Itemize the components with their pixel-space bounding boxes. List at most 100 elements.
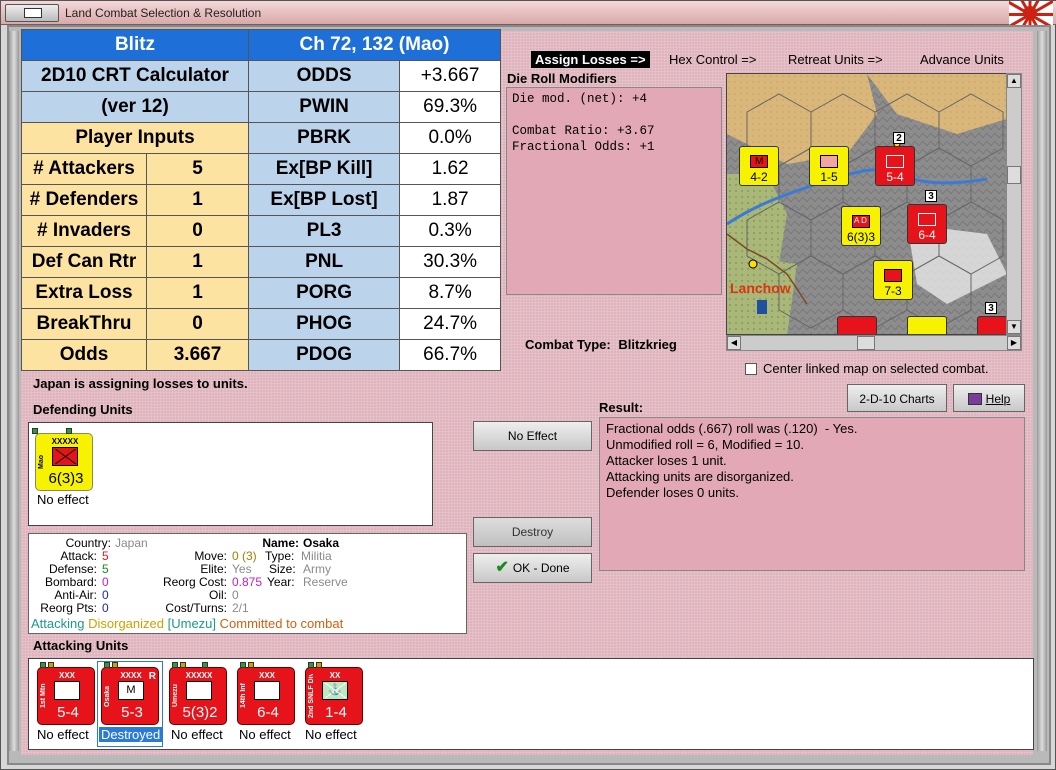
drm-line: Die mod. (net): +4 [512,92,648,106]
info-country-label: Country: [65,536,111,550]
info-year-label: Year: [267,575,295,589]
status-dot [316,662,322,668]
info-costturns-label: Cost/Turns: [165,601,227,615]
unit-strength: 5-3 [121,704,143,721]
crt-stat-value: 69.3% [399,91,501,123]
map-unit-strength: 6(3)3 [846,230,875,244]
map-unit-symbol [884,269,902,282]
attacker-unit-counter-selected[interactable]: Osaka XXXX R M 5-3 [101,662,159,725]
system-menu-button[interactable] [5,4,59,22]
drm-line: Fractional Odds: +1 [512,140,655,154]
center-linked-map-checkbox[interactable]: Center linked map on selected combat. [745,361,988,376]
status-leader: [Umezu] [167,616,217,631]
info-size-label: Size: [269,562,296,576]
window-icon [24,8,42,18]
map-unit-strength: 5-4 [886,170,904,184]
rising-sun-flag-icon [1009,1,1053,25]
map-unit-strength: 7-3 [884,284,902,298]
title-bar[interactable]: Land Combat Selection & Resolution [1,1,1056,25]
info-name: Osaka [303,536,340,550]
map-unit-symbol: A D [852,215,870,228]
map-horizontal-scrollbar[interactable]: ◀ ▶ [726,335,1022,351]
scroll-left-icon[interactable]: ◀ [727,336,741,350]
defender-caption: No effect [37,492,89,507]
crt-input-label: # Invaders [21,215,147,247]
map-unit-counter[interactable]: 5-4 [875,146,915,186]
map-stack-number: 3 [985,302,997,314]
unit-size: XXXXX [185,671,213,680]
crt-input-value: 3.667 [146,339,249,371]
info-attack-label: Attack: [60,549,97,563]
info-move-label: Move: [194,549,227,563]
status-dot [40,662,46,668]
map-unit-counter[interactable]: 7-3 [873,260,913,300]
status-dot [32,428,38,434]
linked-map[interactable]: Lanchow M 4-2 1-5 5-4 2 A D 6(3)3 6-4 3 … [726,73,1022,335]
defender-unit-counter[interactable]: Mao XXXXX 6(3)3 [32,428,93,491]
crt-input-value: 0 [146,308,249,340]
help-button[interactable]: Help [953,384,1025,412]
crt-player-inputs: Player Inputs [21,122,249,154]
unit-size: XXXX [120,671,142,680]
map-unit-counter[interactable] [907,316,947,334]
crt-stat-label: PBRK [247,122,401,154]
info-type: Militia [301,549,332,563]
status-dot [202,662,208,668]
info-bombard: 0 [102,575,109,589]
scroll-thumb[interactable] [1007,166,1021,184]
scroll-up-icon[interactable]: ▲ [1007,74,1021,88]
attacker-unit-counter[interactable]: 14th Inf XXX 6-4 [237,662,295,725]
charts-button[interactable]: 2-D-10 Charts [847,384,947,412]
status-dot [66,428,72,434]
unit-strength: 5-4 [57,704,79,721]
crt-stat-label: ODDS [247,60,401,92]
tab-retreat-units[interactable]: Retreat Units => [784,51,887,68]
map-unit-counter[interactable] [837,316,877,334]
status-line: Japan is assigning losses to units. [33,376,248,391]
tab-assign-losses[interactable]: Assign Losses => [531,51,650,68]
attacker-unit-counter[interactable]: 1st Mtn XXX 5-4 [37,662,95,725]
crt-stat-value: 0.0% [399,122,501,154]
map-unit-strength: 6-4 [918,228,936,242]
attacker-caption: No effect [171,727,223,742]
militia-mark: M [126,684,136,696]
window-title: Land Combat Selection & Resolution [65,6,262,20]
status-committed: Committed to combat [219,616,344,631]
center-link-label: Center linked map on selected combat. [763,361,989,376]
attacking-units-list: 1st Mtn XXX 5-4 No effect Osaka XXXX R M… [28,658,1034,750]
tab-hex-control[interactable]: Hex Control => [665,51,760,68]
result-line: Attacker loses 1 unit. [606,453,727,468]
map-unit-counter-selected[interactable]: A D 6(3)3 [841,206,881,246]
crt-input-label: # Attackers [21,153,147,185]
checkbox-icon[interactable] [745,363,757,375]
info-reorg-label: Reorg Pts: [40,601,97,615]
result-label: Result: [599,400,644,415]
help-label: Help [985,392,1011,406]
destroy-button[interactable]: Destroy [473,517,592,547]
no-effect-button[interactable]: No Effect [473,421,592,451]
map-unit-counter[interactable]: 6-4 [907,204,947,244]
unit-strength: 6(3)3 [48,470,84,487]
unit-size: XXXXX [51,437,79,446]
status-dot [48,662,54,668]
info-move: 0 (3) [232,549,257,563]
crt-input-label: Extra Loss [21,277,147,309]
ok-done-button[interactable]: ✔ OK - Done [473,553,592,583]
info-bombard-label: Bombard: [44,575,97,589]
infantry-symbol-icon [52,447,78,466]
scroll-thumb[interactable] [857,336,875,350]
tab-advance-units[interactable]: Advance Units [916,51,1008,68]
crt-stat-value: 24.7% [399,308,501,340]
map-unit-strength: 1-5 [820,170,838,184]
attacker-unit-counter[interactable]: Umezu XXXXX 5(3)2 [169,662,227,725]
scroll-right-icon[interactable]: ▶ [1007,336,1021,350]
info-country: Japan [115,536,148,550]
die-roll-modifiers-label: Die Roll Modifiers [507,71,617,86]
help-book-icon [967,393,982,405]
checkmark-icon: ✔ [495,559,509,576]
map-vertical-scrollbar[interactable]: ▲ ▼ [1006,73,1022,335]
map-unit-counter[interactable]: M 4-2 [739,146,779,186]
scroll-down-icon[interactable]: ▼ [1007,320,1021,334]
map-unit-counter[interactable]: 1-5 [809,146,849,186]
attacker-unit-counter[interactable]: 2nd SNLF Div XX ⚓ 1-4 [305,662,363,725]
